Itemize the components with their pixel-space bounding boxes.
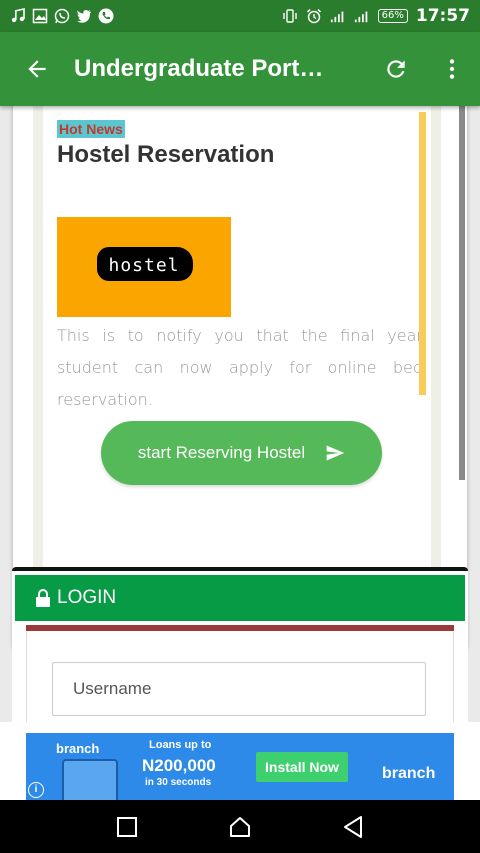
system-nav-bar <box>0 800 480 853</box>
news-title: Hostel Reservation <box>57 141 275 168</box>
twitter-icon <box>77 10 91 23</box>
phone-icon <box>98 8 114 24</box>
whatsapp-icon <box>54 8 70 24</box>
ad-text-line3: in 30 seconds <box>145 777 212 788</box>
vibrate-icon <box>282 9 297 23</box>
home-button[interactable] <box>218 805 262 849</box>
ad-info-icon[interactable]: i <box>28 782 44 798</box>
ad-text-line2: N200,000 <box>142 756 216 775</box>
system-back-button[interactable] <box>331 805 375 849</box>
start-reserving-button[interactable]: start Reserving Hostel <box>101 421 382 485</box>
login-card: LOGIN Username <box>12 567 468 722</box>
username-field[interactable]: Username <box>52 662 426 716</box>
send-icon <box>326 445 345 461</box>
lock-icon <box>36 589 50 607</box>
login-header: LOGIN <box>15 575 465 621</box>
status-left-icons <box>10 8 114 24</box>
recent-apps-button[interactable] <box>105 805 149 849</box>
refresh-button[interactable] <box>368 32 424 106</box>
overflow-menu-button[interactable] <box>424 32 480 106</box>
hostel-image-text: hostel <box>108 255 180 276</box>
ad-text-line1: Loans up to <box>149 739 212 751</box>
page-title: Undergraduate Port… <box>74 55 324 82</box>
home-icon <box>229 816 250 837</box>
signal-icon <box>354 11 367 23</box>
triangle-back-icon <box>344 815 363 838</box>
ad-phone-graphic <box>62 759 118 800</box>
clock-time: 17:57 <box>415 6 470 26</box>
start-reserving-label: start Reserving Hostel <box>137 443 306 462</box>
login-title: LOGIN <box>57 587 117 608</box>
arrow-left-icon <box>28 60 46 78</box>
status-right-icons: 66% 17:57 <box>282 6 470 26</box>
ad-bar: branch Loans up to N200,000 in 30 second… <box>0 722 480 800</box>
status-bar: 66% 17:57 <box>0 0 480 32</box>
square-icon <box>116 816 137 837</box>
ad-brand: branch <box>382 765 436 782</box>
app-bar: Undergraduate Port… <box>0 32 480 106</box>
main-content[interactable]: Hot News Hostel Reservation hostel This … <box>0 106 480 722</box>
ad-install-button[interactable]: Install Now <box>256 752 348 782</box>
scrollbar[interactable] <box>459 106 465 480</box>
signal-icon <box>330 11 343 23</box>
more-vert-icon <box>449 59 455 79</box>
image-icon <box>32 8 48 24</box>
accent-bar <box>419 112 426 395</box>
news-body: This is to notify you that the final yea… <box>57 326 423 409</box>
ad-logo: branch <box>56 741 100 756</box>
hostel-image: hostel <box>57 217 231 317</box>
refresh-icon <box>387 60 405 78</box>
hot-news-badge: Hot News <box>57 120 125 138</box>
ad-banner[interactable]: branch Loans up to N200,000 in 30 second… <box>26 733 454 800</box>
username-placeholder: Username <box>73 679 152 698</box>
alarm-icon <box>306 8 321 24</box>
battery-icon: 66% <box>377 9 408 23</box>
music-icon <box>11 8 25 23</box>
